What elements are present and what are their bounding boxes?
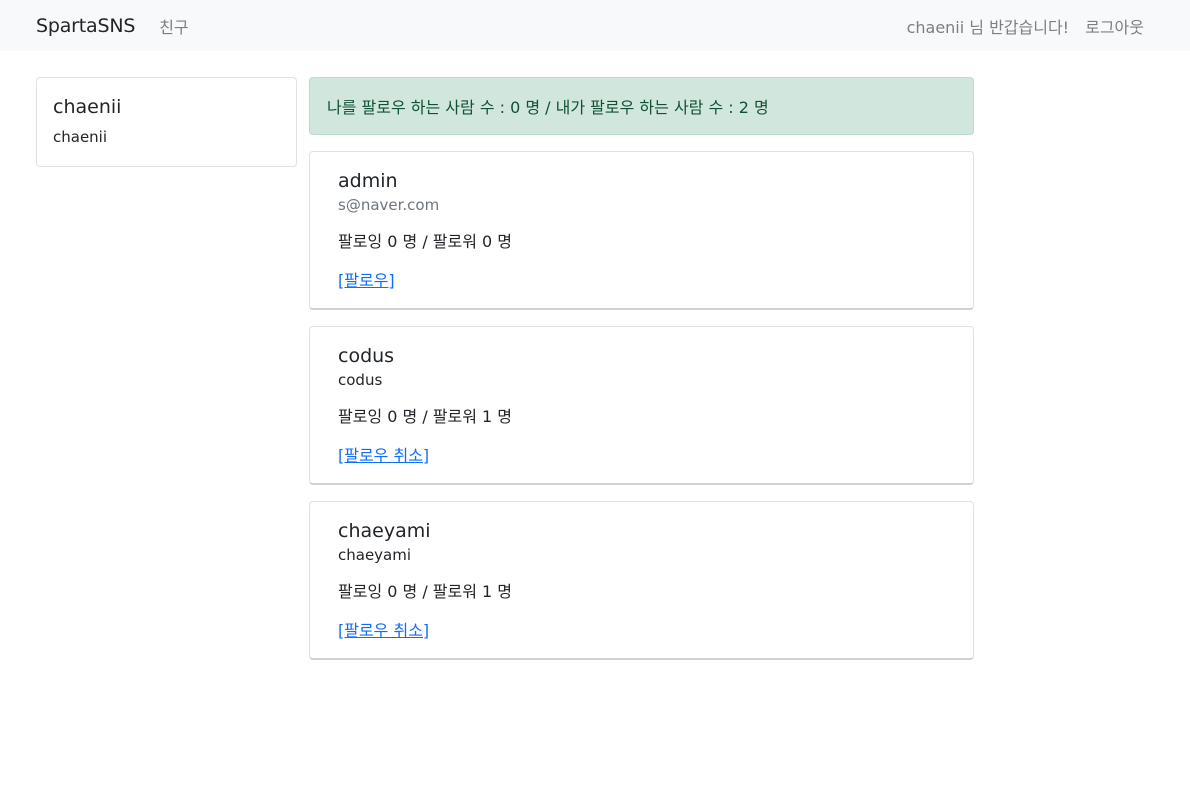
friend-name: chaeyami <box>338 520 431 542</box>
friend-card: chaeyami chaeyami 팔로잉 0 명 / 팔로워 1 명 [팔로우… <box>309 501 974 660</box>
friend-card: codus codus 팔로잉 0 명 / 팔로워 1 명 [팔로우 취소] <box>309 326 974 485</box>
brand-link[interactable]: SpartaSNS <box>36 15 135 37</box>
friend-follow-stats: 팔로잉 0 명 / 팔로워 1 명 <box>338 582 513 601</box>
follow-count-text: 나를 팔로우 하는 사람 수 : 0 명 / 내가 팔로우 하는 사람 수 : … <box>327 98 769 117</box>
friend-card: admin s@naver.com 팔로잉 0 명 / 팔로워 0 명 [팔로우… <box>309 151 974 310</box>
friend-username: codus <box>338 371 383 389</box>
unfollow-link[interactable]: [팔로우 취소] <box>338 620 429 642</box>
friend-email: s@naver.com <box>338 196 440 214</box>
navbar-right: chaenii 님 반갑습니다! 로그아웃 <box>907 14 1144 38</box>
friend-follow-stats: 팔로잉 0 명 / 팔로워 1 명 <box>338 407 513 426</box>
friend-follow-stats: 팔로잉 0 명 / 팔로워 0 명 <box>338 232 513 251</box>
page-container: chaenii chaenii 나를 팔로우 하는 사람 수 : 0 명 / 내… <box>0 51 1190 810</box>
unfollow-link[interactable]: [팔로우 취소] <box>338 445 429 467</box>
greeting-text: chaenii 님 반갑습니다! <box>906 17 1070 37</box>
navbar: SpartaSNS 친구 chaenii 님 반갑습니다! 로그아웃 <box>0 0 1190 51</box>
navbar-left: SpartaSNS 친구 <box>36 14 189 38</box>
friend-name: admin <box>338 170 398 192</box>
profile-username: chaenii <box>53 128 108 146</box>
friend-name: codus <box>338 345 395 367</box>
profile-card: chaenii chaenii <box>36 77 297 167</box>
logout-link[interactable]: 로그아웃 <box>1085 14 1144 38</box>
friends-nav-link[interactable]: 친구 <box>159 14 188 38</box>
profile-name: chaenii <box>53 96 122 118</box>
friend-username: chaeyami <box>338 546 412 564</box>
follow-link[interactable]: [팔로우] <box>338 270 395 292</box>
friends-panel: 나를 팔로우 하는 사람 수 : 0 명 / 내가 팔로우 하는 사람 수 : … <box>309 77 974 660</box>
follow-count-alert: 나를 팔로우 하는 사람 수 : 0 명 / 내가 팔로우 하는 사람 수 : … <box>309 77 974 135</box>
